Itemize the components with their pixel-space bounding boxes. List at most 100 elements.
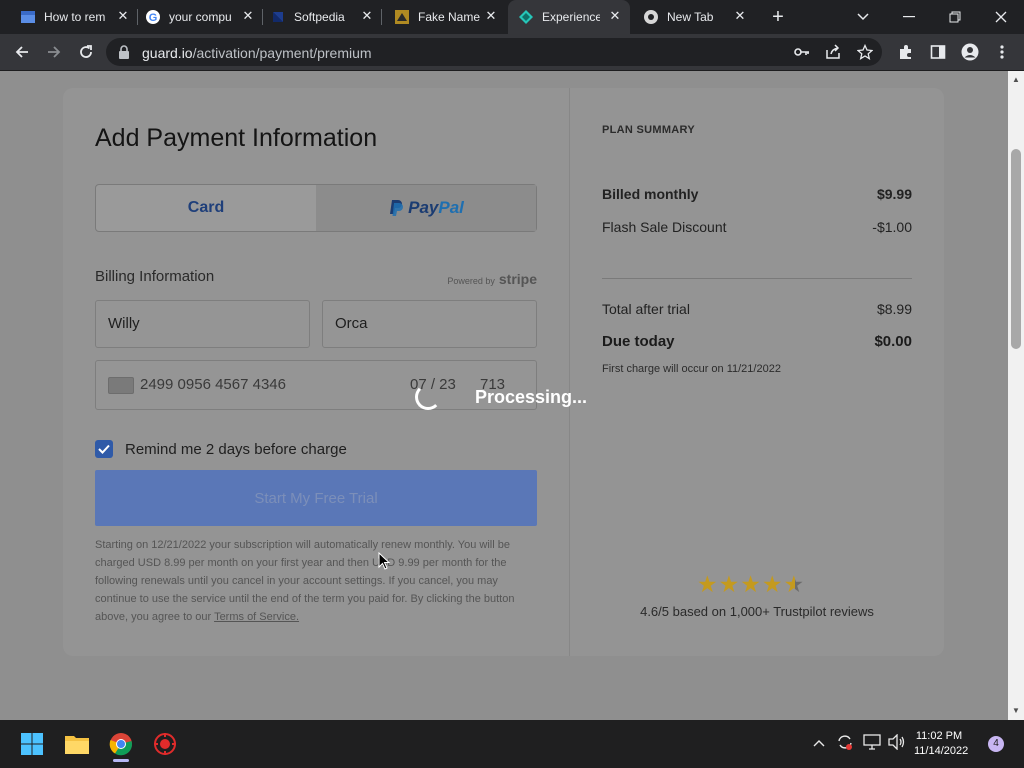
- tab-label: Experience: [542, 10, 600, 24]
- scrollbar-thumb[interactable]: [1011, 149, 1021, 349]
- legal-disclaimer: Starting on 12/21/2022 your subscription…: [95, 536, 537, 626]
- powered-by-stripe: Powered by stripe: [447, 271, 537, 287]
- processing-overlay: Processing...: [415, 384, 587, 410]
- extensions-puzzle-icon[interactable]: [896, 42, 916, 62]
- address-bar[interactable]: guard.io/activation/payment/premium: [106, 38, 882, 66]
- close-icon[interactable]: ✕: [733, 9, 747, 23]
- remind-checkbox[interactable]: [95, 440, 113, 458]
- tab-label: your compu: [169, 10, 232, 24]
- reload-icon[interactable]: [76, 42, 96, 62]
- tab-new-tab[interactable]: New Tab ✕: [643, 0, 747, 34]
- tab-google-search[interactable]: G your compu ✕: [145, 0, 263, 34]
- chrome-icon: [644, 10, 658, 24]
- lock-icon: [119, 45, 129, 59]
- rating-stars: ★ ★ ★ ★ ★: [697, 572, 805, 596]
- close-icon[interactable]: ✕: [608, 9, 622, 23]
- close-icon[interactable]: ✕: [116, 9, 130, 23]
- svg-text:G: G: [149, 12, 158, 24]
- notification-badge[interactable]: 4: [988, 736, 1004, 752]
- tab-search-chevron-icon[interactable]: [840, 0, 886, 34]
- security-app-icon[interactable]: [149, 728, 181, 760]
- tab-label: Softpedia: [294, 10, 345, 24]
- due-today-row: Due today $0.00: [602, 333, 912, 350]
- network-icon[interactable]: [863, 734, 881, 753]
- chrome-taskbar-icon[interactable]: [105, 728, 137, 762]
- card-number-value[interactable]: 2499 0956 4567 4346: [140, 376, 286, 393]
- volume-icon[interactable]: [888, 733, 906, 753]
- scroll-down-icon[interactable]: ▼: [1012, 706, 1020, 715]
- close-icon[interactable]: ✕: [360, 9, 374, 23]
- url-host: guard.io: [142, 45, 193, 61]
- trustpilot-rating-text: 4.6/5 based on 1,000+ Trustpilot reviews: [640, 604, 874, 619]
- minimize-icon[interactable]: [886, 0, 932, 34]
- paypal-icon: [390, 200, 404, 216]
- close-icon[interactable]: ✕: [484, 9, 498, 23]
- system-clock[interactable]: 11:02 PM 11/14/2022: [914, 729, 969, 759]
- url-path: /activation/payment/premium: [192, 45, 372, 61]
- paypal-label-b: Pal: [438, 198, 464, 217]
- forward-arrow-icon[interactable]: [44, 42, 64, 62]
- start-free-trial-button[interactable]: Start My Free Trial: [95, 470, 537, 526]
- file-explorer-icon[interactable]: [61, 728, 93, 760]
- clock-date: 11/14/2022: [914, 745, 969, 757]
- column-divider: [569, 88, 570, 656]
- close-window-icon[interactable]: [978, 0, 1024, 34]
- payment-card: Add Payment Information Card Pay Pal Bill…: [63, 88, 944, 656]
- tab-paypal[interactable]: Pay Pal: [316, 185, 536, 231]
- menu-kebab-icon[interactable]: [992, 42, 1012, 62]
- tab-fake-name[interactable]: Fake Name ✕: [394, 0, 498, 34]
- tab-how-to-remove[interactable]: How to rem ✕: [20, 0, 138, 34]
- paypal-label-a: Pay: [408, 198, 439, 217]
- discount-value: -$1.00: [872, 219, 912, 235]
- profile-avatar-icon[interactable]: [960, 42, 980, 62]
- checkmark-icon: [98, 444, 110, 454]
- key-icon[interactable]: [794, 45, 810, 59]
- bookmark-star-icon[interactable]: [857, 44, 873, 60]
- tab-experience-active[interactable]: Experience ✕: [508, 0, 630, 34]
- show-hidden-icons-chevron-icon[interactable]: [813, 734, 825, 750]
- page-scrollbar[interactable]: ▲ ▼: [1008, 71, 1024, 720]
- due-today-value: $0.00: [874, 333, 912, 350]
- billing-information-label: Billing Information: [95, 268, 215, 285]
- close-icon[interactable]: ✕: [241, 9, 255, 23]
- tab-label: Fake Name: [418, 10, 481, 24]
- last-name-field[interactable]: Orca: [322, 300, 537, 348]
- processing-text: Processing...: [475, 386, 588, 407]
- new-tab-plus-icon[interactable]: +: [768, 7, 788, 27]
- tab-softpedia[interactable]: Softpedia ✕: [270, 0, 382, 34]
- last-name-value: Orca: [335, 315, 368, 332]
- due-today-label: Due today: [602, 333, 675, 350]
- web-page: Add Payment Information Card Pay Pal Bill…: [0, 71, 1008, 720]
- scroll-up-icon[interactable]: ▲: [1012, 75, 1020, 84]
- tab-card[interactable]: Card: [96, 185, 316, 231]
- back-arrow-icon[interactable]: [12, 42, 32, 62]
- remind-me-option[interactable]: Remind me 2 days before charge: [95, 440, 347, 458]
- tab-separator: [381, 9, 382, 25]
- mouse-pointer-icon: [378, 552, 390, 570]
- half-star-icon: ★: [783, 571, 805, 597]
- star-icon: ★: [697, 571, 718, 597]
- plan-summary-heading: PLAN SUMMARY: [602, 124, 696, 136]
- first-name-field[interactable]: Willy: [95, 300, 310, 348]
- credit-card-icon: [108, 377, 134, 394]
- clock-time: 11:02 PM: [915, 730, 963, 742]
- tab-label: New Tab: [667, 10, 714, 24]
- windows-start-icon[interactable]: [16, 728, 48, 760]
- side-panel-icon[interactable]: [928, 42, 948, 62]
- star-icon: ★: [718, 571, 740, 597]
- total-after-trial-value: $8.99: [876, 301, 912, 317]
- share-icon[interactable]: [825, 44, 841, 60]
- billed-monthly-value: $9.99: [876, 186, 912, 202]
- softpedia-icon: [273, 12, 283, 22]
- sync-update-icon[interactable]: [836, 733, 854, 754]
- terms-of-service-link[interactable]: Terms of Service.: [214, 611, 299, 623]
- remind-label: Remind me 2 days before charge: [125, 440, 347, 458]
- blue-square-icon: [21, 11, 35, 23]
- browser-toolbar: guard.io/activation/payment/premium: [0, 34, 1024, 71]
- discount-row: Flash Sale Discount -$1.00: [602, 219, 912, 235]
- legal-text: Starting on 12/21/2022 your subscription…: [95, 539, 515, 623]
- discount-label: Flash Sale Discount: [602, 219, 727, 235]
- fake-name-icon: [395, 10, 409, 24]
- total-after-trial-row: Total after trial $8.99: [602, 301, 912, 317]
- restore-icon[interactable]: [932, 0, 978, 34]
